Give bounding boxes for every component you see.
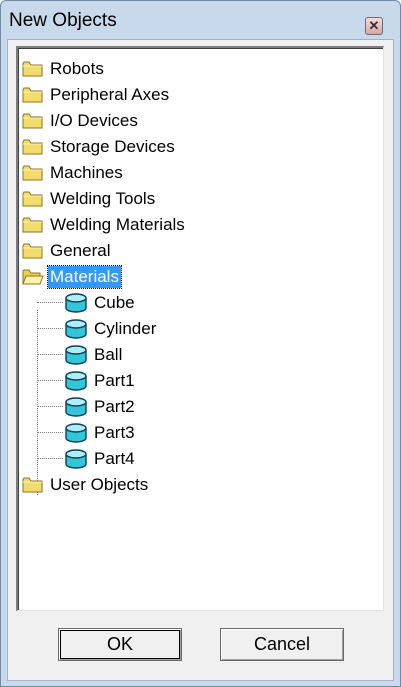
tree-guide-line bbox=[37, 354, 63, 355]
folder-icon bbox=[22, 190, 44, 208]
close-icon[interactable]: ✕ bbox=[365, 17, 383, 35]
cylinder-icon bbox=[64, 318, 88, 339]
tree-item-material[interactable]: Part4 bbox=[64, 446, 137, 471]
cylinder-icon bbox=[64, 344, 88, 365]
folder-icon bbox=[22, 164, 44, 182]
folder-icon bbox=[22, 216, 44, 234]
cylinder-icon bbox=[64, 396, 88, 417]
tree-item-material[interactable]: Cylinder bbox=[64, 316, 158, 341]
title-bar[interactable]: New Objects ✕ bbox=[1, 1, 400, 41]
object-tree[interactable]: Robots Peripheral Axes I/O Devices Storage … bbox=[16, 46, 384, 611]
folder-icon bbox=[22, 476, 44, 494]
tree-item-material[interactable]: Part2 bbox=[64, 394, 137, 419]
tree-item-material[interactable]: Part1 bbox=[64, 368, 137, 393]
tree-item-label: Part3 bbox=[94, 422, 135, 442]
tree-folder[interactable]: User Objects bbox=[22, 472, 150, 497]
tree-item-label: Part1 bbox=[94, 370, 135, 390]
tree-guide-line bbox=[37, 432, 63, 433]
tree-item-label: I/O Devices bbox=[50, 110, 138, 130]
tree-folder[interactable]: Storage Devices bbox=[22, 134, 177, 159]
tree-folder[interactable]: Welding Tools bbox=[22, 186, 157, 211]
tree-item-material[interactable]: Cube bbox=[64, 290, 137, 315]
folder-icon bbox=[22, 112, 44, 130]
tree-folder[interactable]: Peripheral Axes bbox=[22, 82, 171, 107]
tree-guide-line bbox=[37, 328, 63, 329]
tree-item-label: Cylinder bbox=[94, 318, 157, 338]
tree-item-label: Welding Tools bbox=[50, 188, 156, 208]
cancel-button[interactable]: Cancel bbox=[220, 628, 344, 661]
tree-item-label: Part4 bbox=[94, 448, 135, 468]
tree-item-label: Part2 bbox=[94, 396, 135, 416]
tree-item-label: General bbox=[50, 240, 111, 260]
tree-item-material[interactable]: Ball bbox=[64, 342, 124, 367]
tree-guide-line bbox=[37, 406, 63, 407]
new-objects-dialog: New Objects ✕ Robots Peripheral Axes I/O D… bbox=[0, 0, 401, 687]
cylinder-icon bbox=[64, 422, 88, 443]
tree-folder-materials[interactable]: Materials bbox=[22, 264, 122, 289]
tree-item-label: Peripheral Axes bbox=[50, 84, 170, 104]
tree-folder[interactable]: Machines bbox=[22, 160, 125, 185]
dialog-title: New Objects bbox=[9, 10, 117, 31]
tree-guide-line bbox=[37, 458, 63, 459]
tree-item-label: Storage Devices bbox=[50, 136, 175, 156]
tree-item-label: Cube bbox=[94, 292, 135, 312]
tree-folder[interactable]: Robots bbox=[22, 56, 106, 81]
tree-guide-line bbox=[37, 302, 63, 303]
tree-guide-line bbox=[37, 310, 38, 495]
folder-icon bbox=[22, 60, 44, 78]
folder-icon bbox=[22, 86, 44, 104]
open-folder-icon bbox=[22, 268, 44, 286]
folder-icon bbox=[22, 138, 44, 156]
tree-item-label: Machines bbox=[50, 162, 123, 182]
tree-item-label: User Objects bbox=[50, 474, 149, 494]
tree-item-label: Materials bbox=[47, 264, 122, 289]
tree-folder[interactable]: Welding Materials bbox=[22, 212, 187, 237]
tree-item-label: Welding Materials bbox=[50, 214, 185, 234]
folder-icon bbox=[22, 242, 44, 260]
tree-guide-line bbox=[37, 380, 63, 381]
cylinder-icon bbox=[64, 448, 88, 469]
tree-item-label: Ball bbox=[94, 344, 123, 364]
tree-folder[interactable]: I/O Devices bbox=[22, 108, 140, 133]
ok-button[interactable]: OK bbox=[58, 628, 182, 661]
cylinder-icon bbox=[64, 292, 88, 313]
cylinder-icon bbox=[64, 370, 88, 391]
dialog-client-area: Robots Peripheral Axes I/O Devices Storage … bbox=[7, 39, 394, 681]
tree-item-label: Robots bbox=[50, 58, 104, 78]
tree-item-material[interactable]: Part3 bbox=[64, 420, 137, 445]
tree-folder[interactable]: General bbox=[22, 238, 112, 263]
